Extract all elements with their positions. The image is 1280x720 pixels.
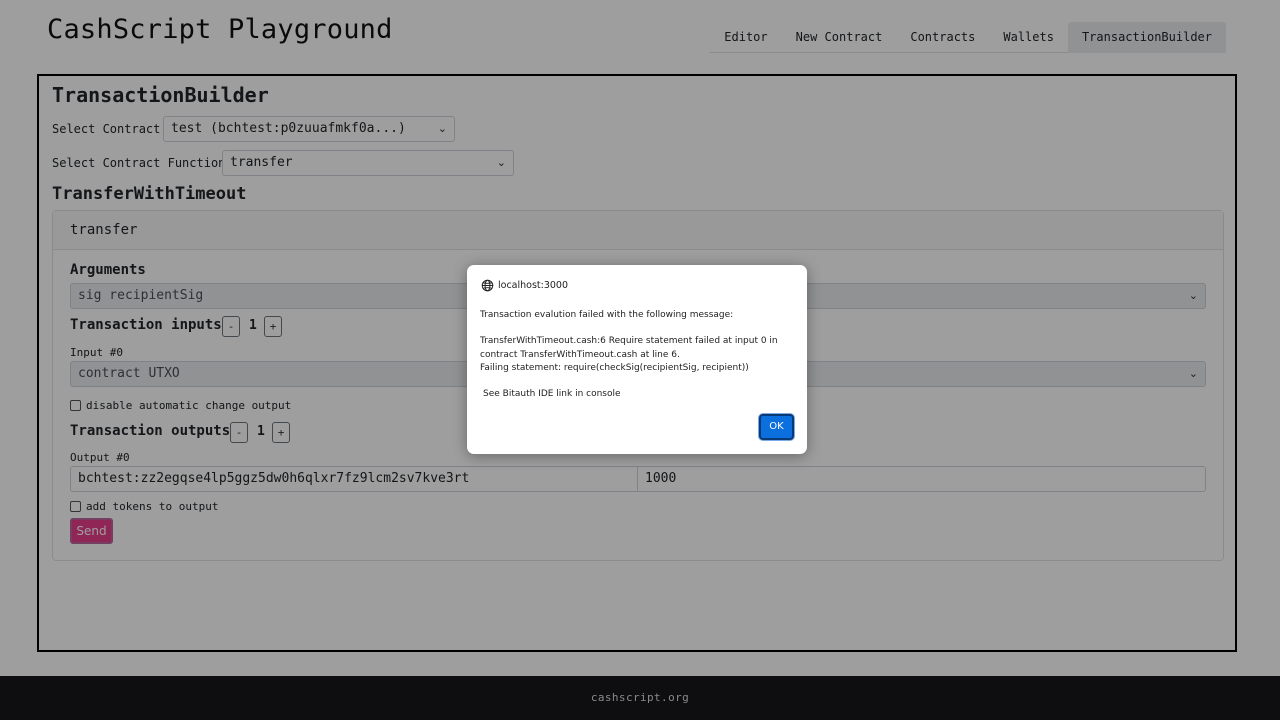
alert-dialog: localhost:3000 Transaction evalution fai…: [467, 265, 807, 454]
dialog-message-line-3: contract TransferWithTimeout.cash at lin…: [480, 349, 680, 360]
dialog-origin-text: localhost:3000: [498, 280, 569, 291]
dialog-message-line-5: See Bitauth IDE link in console: [483, 389, 621, 399]
dialog-message-line-2: TransferWithTimeout.cash:6 Require state…: [480, 336, 778, 346]
globe-icon: [481, 279, 494, 292]
dialog-message-line-1: Transaction evalution failed with the fo…: [480, 310, 734, 320]
dialog-origin: localhost:3000: [481, 279, 568, 292]
ok-button[interactable]: OK: [759, 414, 794, 440]
dialog-message-line-4: Failing statement: require(checkSig(reci…: [480, 363, 749, 373]
